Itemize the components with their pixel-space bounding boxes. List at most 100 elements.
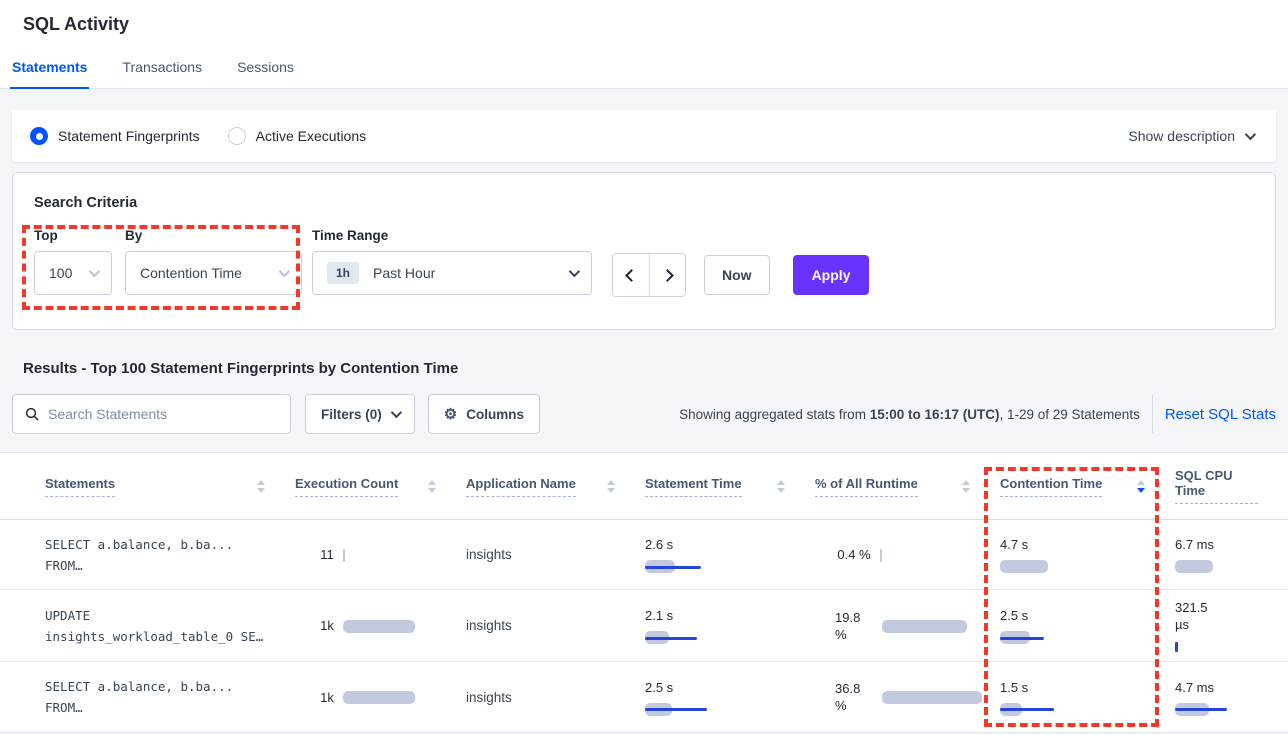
radio-checked-icon[interactable]	[30, 127, 48, 145]
application-name-cell: insights	[466, 590, 645, 661]
sql-activity-page: SQL Activity Statements Transactions Ses…	[0, 0, 1288, 735]
time-range-label: Time Range	[312, 228, 592, 243]
radio-unchecked-icon[interactable]	[228, 127, 246, 145]
sort-icon[interactable]	[962, 480, 970, 493]
tab-bar: Statements Transactions Sessions	[10, 59, 296, 89]
top-field: Top 100	[34, 228, 125, 295]
statement-time-cell: 2.6 s	[645, 520, 815, 589]
statement-text-line2: insights_workload_table_0 SE…	[45, 626, 263, 647]
by-label: By	[125, 228, 302, 243]
execution-count-bar	[343, 690, 423, 704]
execution-count-value: 11	[320, 546, 334, 563]
view-mode-bar: Statement Fingerprints Active Executions…	[12, 110, 1276, 162]
time-prev-button[interactable]	[613, 254, 649, 296]
time-next-button[interactable]	[649, 254, 685, 296]
top-label: Top	[34, 228, 125, 243]
runtime-pct-bar	[882, 619, 962, 633]
time-range-select[interactable]: 1h Past Hour	[312, 251, 592, 295]
application-name-value: insights	[466, 690, 512, 705]
execution-count-value: 1k	[320, 617, 334, 634]
column-label: Execution Count	[295, 476, 398, 497]
chevron-left-icon	[625, 269, 638, 282]
column-header-sql-cpu-time[interactable]: SQL CPU Time	[1175, 468, 1288, 504]
application-name-cell: insights	[466, 520, 645, 589]
divider	[1152, 395, 1153, 433]
apply-button[interactable]: Apply	[793, 255, 870, 295]
contention-time-value: 1.5 s	[1000, 679, 1028, 696]
chevron-down-icon	[391, 407, 402, 418]
statement-time-cell: 2.1 s	[645, 590, 815, 661]
sort-icon[interactable]	[607, 480, 615, 493]
contention-time-bar	[1000, 630, 1110, 644]
search-statements-box[interactable]	[12, 394, 291, 434]
statement-text-line1: SELECT a.balance, b.ba...	[45, 534, 233, 555]
column-header-application-name[interactable]: Application Name	[466, 476, 645, 497]
by-select-value: Contention Time	[140, 265, 242, 281]
chevron-down-icon	[1245, 129, 1256, 140]
statement-link[interactable]: UPDATE insights_workload_table_0 SE…	[45, 590, 295, 661]
radio-statement-fingerprints-label: Statement Fingerprints	[58, 128, 200, 144]
sql-cpu-time-value: 6.7 ms	[1175, 536, 1214, 553]
top-select-value: 100	[49, 265, 72, 281]
tab-transactions[interactable]: Transactions	[120, 59, 204, 89]
column-label: SQL CPU Time	[1175, 468, 1258, 504]
contention-time-cell: 4.7 s	[1000, 520, 1175, 589]
search-statements-input[interactable]	[48, 406, 278, 422]
sort-icon-active-desc[interactable]	[1137, 480, 1145, 493]
execution-count-cell: 1k	[295, 662, 466, 732]
sort-icon[interactable]	[777, 480, 785, 493]
sql-cpu-time-bar	[1175, 559, 1285, 573]
stats-range: 15:00 to 16:17 (UTC)	[870, 407, 1000, 422]
reset-sql-stats-link[interactable]: Reset SQL Stats	[1165, 406, 1276, 423]
columns-button[interactable]: ⚙ Columns	[428, 394, 540, 434]
runtime-pct-cell: 19.8 %	[815, 590, 1000, 661]
statement-link[interactable]: SELECT a.balance, b.ba... FROM…	[45, 520, 295, 589]
show-description-label: Show description	[1128, 128, 1235, 144]
statement-text-line1: SELECT a.balance, b.ba...	[45, 676, 233, 697]
contention-time-bar	[1000, 702, 1110, 716]
radio-active-executions-label: Active Executions	[256, 128, 367, 144]
tab-sessions[interactable]: Sessions	[235, 59, 296, 89]
column-header-statement-time[interactable]: Statement Time	[645, 476, 815, 497]
time-range-badge: 1h	[327, 262, 359, 284]
statement-text-line2: FROM…	[45, 555, 83, 576]
page-title: SQL Activity	[0, 0, 1288, 35]
column-header-contention-time[interactable]: Contention Time	[1000, 476, 1175, 497]
top-select[interactable]: 100	[34, 251, 112, 295]
filters-button[interactable]: Filters (0)	[305, 394, 415, 434]
now-button[interactable]: Now	[704, 255, 770, 295]
chevron-down-icon	[89, 266, 100, 277]
tab-statements[interactable]: Statements	[10, 59, 89, 89]
radio-statement-fingerprints[interactable]: Statement Fingerprints	[30, 127, 200, 145]
page-header: SQL Activity Statements Transactions Ses…	[0, 0, 1288, 89]
search-criteria-card: Search Criteria Top 100 By Contention Ti…	[12, 172, 1276, 330]
results-heading: Results - Top 100 Statement Fingerprints…	[23, 360, 1288, 377]
column-label: % of All Runtime	[815, 476, 918, 497]
sql-cpu-time-value: 4.7 ms	[1175, 679, 1214, 696]
application-name-cell: insights	[466, 662, 645, 732]
statement-link[interactable]: SELECT a.balance, b.ba... FROM…	[45, 662, 295, 732]
column-header-execution-count[interactable]: Execution Count	[295, 476, 466, 497]
statement-time-bar	[645, 630, 755, 644]
column-header-statements[interactable]: Statements	[45, 476, 295, 497]
time-range-value: Past Hour	[373, 265, 435, 281]
time-nav-group	[612, 253, 686, 297]
sql-cpu-time-cell: 4.7 ms	[1175, 662, 1288, 732]
execution-count-bar	[343, 619, 423, 633]
chevron-down-icon	[279, 266, 290, 277]
column-header-runtime-pct[interactable]: % of All Runtime	[815, 476, 1000, 497]
statement-time-value: 2.1 s	[645, 607, 673, 624]
sql-cpu-time-cell: 321.5 µs	[1175, 590, 1288, 661]
stats-prefix: Showing aggregated stats from	[679, 407, 870, 422]
sort-icon[interactable]	[257, 480, 265, 493]
search-icon	[25, 407, 39, 421]
contention-time-value: 2.5 s	[1000, 607, 1028, 624]
runtime-pct-bar	[880, 548, 960, 562]
chevron-down-icon	[569, 266, 580, 277]
by-select[interactable]: Contention Time	[125, 251, 302, 295]
sort-icon[interactable]	[428, 480, 436, 493]
statement-time-value: 2.5 s	[645, 679, 673, 696]
show-description-toggle[interactable]: Show description	[1128, 128, 1253, 144]
stats-suffix: , 1-29 of 29 Statements	[999, 407, 1139, 422]
radio-active-executions[interactable]: Active Executions	[228, 127, 367, 145]
